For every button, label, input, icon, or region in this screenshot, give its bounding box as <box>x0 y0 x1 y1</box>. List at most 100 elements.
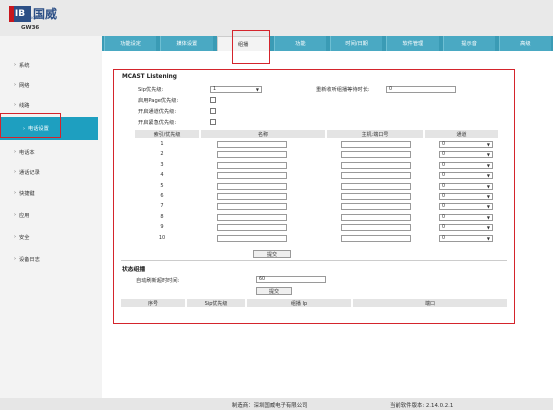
header-bar: IB 国威 GUOWEI GW36 <box>0 0 553 36</box>
sidebar-item-9[interactable]: › 设备日志 <box>0 254 98 264</box>
name-input[interactable] <box>217 213 287 221</box>
row-index: 8 <box>160 213 164 220</box>
mcast-title: MCAST Listening <box>122 74 177 80</box>
tab-3[interactable]: 功能 <box>273 36 326 51</box>
name-input[interactable] <box>217 182 287 190</box>
host-port-input[interactable] <box>341 203 411 211</box>
status-col-sip: Sip优先级 <box>187 299 245 307</box>
host-port-input[interactable] <box>341 193 411 200</box>
tab-6[interactable]: 提示音 <box>442 36 495 51</box>
channel-select[interactable]: 0 ▼ <box>439 213 493 221</box>
channel-select[interactable]: 0 ▼ <box>439 203 493 211</box>
row-index: 7 <box>160 203 164 210</box>
host-port-input[interactable] <box>341 172 411 180</box>
sidebar-item-label: 线路 <box>19 102 30 109</box>
page-priority-checkbox[interactable] <box>210 97 216 103</box>
channel-select[interactable]: 0 ▼ <box>439 151 493 159</box>
chevron-down-icon: ▼ <box>486 235 490 241</box>
channel-value: 0 <box>442 214 446 220</box>
row-index: 4 <box>160 172 164 179</box>
name-input[interactable] <box>217 234 287 242</box>
row-index: 3 <box>160 161 164 168</box>
channel-value: 0 <box>442 173 446 179</box>
page-priority-label: 启用Page优先级: <box>138 98 179 104</box>
row-index: 9 <box>160 224 164 231</box>
name-input[interactable] <box>217 151 287 159</box>
tab-0[interactable]: 功能设定 <box>104 36 157 51</box>
sip-priority-label: Sip优先级: <box>138 87 164 93</box>
footer: 制造商：深圳国威电子有限公司 当前软件版本: 2.14.0.2.1 <box>0 398 553 410</box>
chevron-right-icon: › <box>14 82 16 88</box>
channel-value: 0 <box>442 162 446 168</box>
channel-select[interactable]: 0 ▼ <box>439 234 493 242</box>
channel-select[interactable]: 0 ▼ <box>439 193 493 200</box>
tab-5[interactable]: 软件管理 <box>386 36 439 51</box>
tab-4[interactable]: 时间/日期 <box>330 36 383 51</box>
divider <box>121 260 507 261</box>
highlight-sidebar <box>0 113 61 138</box>
normal-priority-checkbox[interactable] <box>210 108 216 114</box>
sidebar-item-1[interactable]: › 网络 <box>0 80 98 90</box>
refresh-input[interactable]: 60 <box>256 276 326 283</box>
host-port-input[interactable] <box>341 234 411 242</box>
sidebar-item-label: 网络 <box>19 82 30 89</box>
host-port-input[interactable] <box>341 141 411 148</box>
name-input[interactable] <box>217 224 287 232</box>
sidebar-item-label: 安全 <box>19 234 30 241</box>
channel-select[interactable]: 0 ▼ <box>439 141 493 148</box>
sidebar-item-label: 快捷键 <box>19 190 35 197</box>
status-col-ip: 组播 Ip <box>247 299 351 307</box>
sidebar-item-6[interactable]: › 快捷键 <box>0 188 98 198</box>
status-title: 状态组播 <box>122 267 146 273</box>
tab-list: 功能设定 媒体设置 组播 功能 时间/日期 软件管理 提示音 高级 <box>102 36 553 52</box>
host-port-input[interactable] <box>341 182 411 190</box>
sip-priority-select[interactable]: 1 ▼ <box>210 86 262 93</box>
brand-sub: GUOWEI <box>27 16 42 20</box>
chevron-right-icon: › <box>14 256 16 262</box>
name-input[interactable] <box>217 161 287 169</box>
mcast-submit-button[interactable]: 提交 <box>253 250 291 258</box>
tab-1[interactable]: 媒体设置 <box>160 36 213 51</box>
sidebar-item-5[interactable]: › 通话记录 <box>0 167 98 177</box>
chevron-right-icon: › <box>14 149 16 155</box>
sidebar-item-2[interactable]: › 线路 <box>0 100 98 110</box>
status-col-index: 序号 <box>121 299 185 307</box>
sidebar-item-label: 设备日志 <box>19 256 40 263</box>
sidebar-item-4[interactable]: › 电话本 <box>0 147 98 157</box>
channel-select[interactable]: 0 ▼ <box>439 172 493 180</box>
highlight-tab <box>232 30 270 64</box>
sip-priority-value: 1 <box>213 87 217 92</box>
sidebar-item-7[interactable]: › 应用 <box>0 210 98 220</box>
channel-value: 0 <box>442 194 446 199</box>
host-port-input[interactable] <box>341 224 411 232</box>
channel-select[interactable]: 0 ▼ <box>439 182 493 190</box>
sidebar-item-8[interactable]: › 安全 <box>0 232 98 242</box>
emergency-priority-checkbox[interactable] <box>210 119 216 125</box>
col-name: 名称 <box>201 130 325 138</box>
sidebar-item-label: 通话记录 <box>19 169 40 176</box>
name-input[interactable] <box>217 172 287 180</box>
name-input[interactable] <box>217 203 287 211</box>
host-port-input[interactable] <box>341 151 411 159</box>
sidebar-item-label: 系统 <box>19 62 30 69</box>
name-input[interactable] <box>217 193 287 200</box>
channel-select[interactable]: 0 ▼ <box>439 224 493 232</box>
chevron-down-icon: ▼ <box>486 194 490 199</box>
col-channel: 通道 <box>425 130 498 138</box>
host-port-input[interactable] <box>341 213 411 221</box>
sidebar-item-0[interactable]: › 系统 <box>0 60 98 70</box>
chevron-down-icon: ▼ <box>486 152 490 158</box>
row-index: 2 <box>160 151 164 158</box>
footer-version: 当前软件版本: 2.14.0.2.1 <box>390 403 454 409</box>
wait-input[interactable]: 0 <box>386 86 456 93</box>
chevron-right-icon: › <box>14 212 16 218</box>
channel-value: 0 <box>442 225 446 231</box>
tab-7[interactable]: 高级 <box>498 36 551 51</box>
name-input[interactable] <box>217 141 287 148</box>
host-port-input[interactable] <box>341 161 411 169</box>
channel-select[interactable]: 0 ▼ <box>439 161 493 169</box>
status-submit-button[interactable]: 提交 <box>256 287 292 295</box>
emergency-priority-label: 开启紧急优先级: <box>138 120 177 126</box>
row-index: 1 <box>160 141 164 147</box>
normal-priority-label: 开启通道优先级: <box>138 109 177 115</box>
